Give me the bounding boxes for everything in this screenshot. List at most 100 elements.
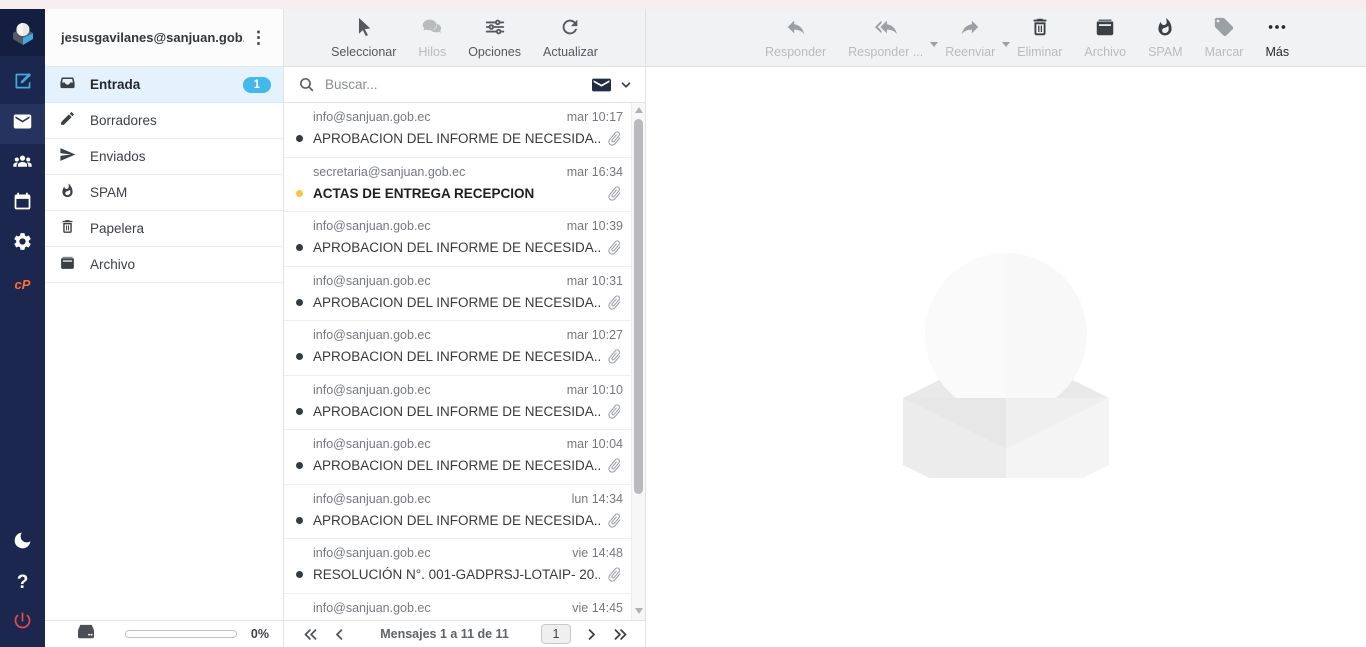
account-email: jesusgavilanes@sanjuan.gob.... [61, 30, 244, 45]
message-row[interactable]: info@sanjuan.gob.ecmar 10:31APROBACION D… [284, 267, 631, 322]
scroll-down-arrow[interactable] [635, 608, 643, 614]
last-page-button[interactable] [606, 627, 635, 642]
dark-mode-button[interactable] [0, 523, 45, 563]
toolbar-button-label: Marcar [1205, 45, 1244, 59]
search-input[interactable] [325, 77, 592, 92]
options-icon [484, 16, 506, 45]
message-status-dot[interactable] [296, 353, 303, 360]
paperclip-icon [603, 454, 627, 478]
message-subject: APROBACION DEL INFORME DE NECESIDA... [313, 513, 600, 528]
toolbar-button-label: SPAM [1148, 45, 1183, 59]
message-row[interactable]: info@sanjuan.gob.ecmar 10:39APROBACION D… [284, 212, 631, 267]
mail-preview-pane [646, 67, 1366, 647]
message-status-dot[interactable] [296, 244, 303, 251]
cpanel-nav-button[interactable]: cP [0, 264, 45, 304]
scroll-up-arrow[interactable] [635, 107, 643, 113]
browser-top-strip [0, 0, 1366, 9]
message-row[interactable]: info@sanjuan.gob.ecmar 10:27APROBACION D… [284, 321, 631, 376]
help-button[interactable]: ? [0, 563, 45, 603]
toolbar-button-marcar[interactable]: Marcar [1194, 16, 1255, 59]
message-row[interactable]: info@sanjuan.gob.ecmar 10:17APROBACION D… [284, 103, 631, 158]
account-menu-button[interactable]: ⋮ [244, 29, 273, 46]
search-icon [298, 76, 315, 93]
message-row[interactable]: info@sanjuan.gob.ecvie 14:48RESOLUCIÓN N… [284, 539, 631, 594]
first-page-button[interactable] [296, 627, 325, 642]
toolbar-button-seleccionar[interactable]: Seleccionar [320, 16, 407, 59]
message-date: lun 14:34 [572, 492, 623, 506]
folder-item-entrada[interactable]: Entrada1 [45, 67, 283, 103]
mail-icon [12, 111, 33, 137]
search-scope-button[interactable] [592, 77, 635, 93]
toolbar-button-label: Eliminar [1017, 45, 1062, 59]
folder-label: Archivo [90, 257, 271, 272]
toolbar-button-reenviar[interactable]: Reenviar [934, 16, 1006, 59]
pagination-summary: Mensajes 1 a 11 de 11 [354, 627, 535, 641]
message-date: mar 16:34 [567, 165, 623, 179]
message-status-dot[interactable] [296, 190, 303, 197]
paperclip-icon [603, 181, 627, 205]
toolbar-button-responder[interactable]: Responder ... [837, 16, 934, 59]
folder-item-enviados[interactable]: Enviados [45, 139, 283, 175]
top-toolbar: SeleccionarHilosOpciones Actualizar Respo… [284, 9, 1366, 67]
settings-nav-button[interactable] [0, 224, 45, 264]
unread-count-badge: 1 [243, 77, 271, 93]
toolbar-button-spam[interactable]: SPAM [1137, 16, 1194, 59]
toolbar-button-archivo[interactable]: Archivo [1073, 16, 1137, 59]
message-status-dot[interactable] [296, 571, 303, 578]
message-row[interactable]: info@sanjuan.gob.ec lun 14:34 APROBACION D… [284, 485, 631, 540]
paperclip-icon [603, 345, 627, 369]
webmail-app: cP ? jesusgavilanes@sanjuan.gob.... ⋮ En… [0, 9, 1366, 647]
message-date: mar 10:39 [567, 219, 623, 233]
message-status-dot[interactable] [296, 408, 303, 415]
message-date: vie 14:48 [572, 546, 623, 560]
quota-bar: 0% [45, 620, 283, 647]
toolbar-button-label: Responder [765, 45, 826, 59]
compose-icon [12, 71, 33, 97]
folder-label: SPAM [90, 185, 271, 200]
list-scrollbar[interactable] [631, 103, 645, 620]
prev-page-button[interactable] [325, 627, 354, 642]
message-date: mar 10:04 [567, 437, 623, 451]
message-status-dot[interactable] [296, 462, 303, 469]
message-row[interactable]: info@sanjuan.gob.ecmar 10:10APROBACION D… [284, 376, 631, 431]
toolbar-button-opciones[interactable]: Opciones [457, 16, 532, 59]
page-number-input[interactable]: 1 [541, 624, 571, 644]
folder-item-borradores[interactable]: Borradores [45, 103, 283, 139]
toolbar-button-actualizar[interactable]: Actualizar [532, 16, 609, 59]
message-status-dot[interactable] [296, 299, 303, 306]
paperclip-icon [603, 127, 627, 151]
folder-item-papelera[interactable]: Papelera [45, 211, 283, 247]
list-toolbar: SeleccionarHilosOpciones Actualizar [284, 9, 646, 66]
message-status-dot[interactable] [296, 135, 303, 142]
mail-nav-button[interactable] [0, 104, 45, 144]
folder-label: Borradores [90, 113, 271, 128]
reply-icon [785, 16, 807, 45]
toolbar-button-m-s[interactable]: Más [1254, 16, 1300, 59]
message-date: mar 10:17 [567, 110, 623, 124]
folder-item-spam[interactable]: SPAM [45, 175, 283, 211]
roundcube-logo [0, 9, 45, 56]
message-status-dot[interactable] [296, 517, 303, 524]
folder-sidebar: jesusgavilanes@sanjuan.gob.... ⋮ Entrada… [45, 9, 284, 647]
message-row[interactable]: secretaria@sanjuan.gob.ecmar 16:34ACTAS … [284, 158, 631, 213]
trash-icon [1029, 16, 1051, 45]
message-row[interactable]: info@sanjuan.gob.ecmar 10:04APROBACION D… [284, 430, 631, 485]
message-sender: info@sanjuan.gob.ec [313, 492, 564, 506]
next-page-button[interactable] [577, 627, 606, 642]
calendar-icon [12, 191, 33, 217]
toolbar-button-eliminar[interactable]: Eliminar [1006, 16, 1073, 59]
toolbar-button-label: Actualizar [543, 45, 598, 59]
compose-button[interactable] [0, 64, 45, 104]
contacts-nav-button[interactable] [0, 144, 45, 184]
main-column: SeleccionarHilosOpciones Actualizar Respo… [284, 9, 1366, 647]
scrollbar-thumb[interactable] [634, 119, 643, 494]
message-subject: APROBACION DEL INFORME DE NECESIDA... [313, 404, 600, 419]
toolbar-button-responder[interactable]: Responder [754, 16, 837, 59]
reply-all-icon [875, 16, 897, 45]
message-list: info@sanjuan.gob.ec mar 10:17 APROBACION D… [284, 103, 631, 620]
toolbar-button-hilos[interactable]: Hilos [407, 16, 457, 59]
calendar-nav-button[interactable] [0, 184, 45, 224]
logout-button[interactable] [0, 603, 45, 643]
folder-item-archivo[interactable]: Archivo [45, 247, 283, 283]
message-row[interactable]: info@sanjuan.gob.ecvie 14:45 [284, 594, 631, 621]
